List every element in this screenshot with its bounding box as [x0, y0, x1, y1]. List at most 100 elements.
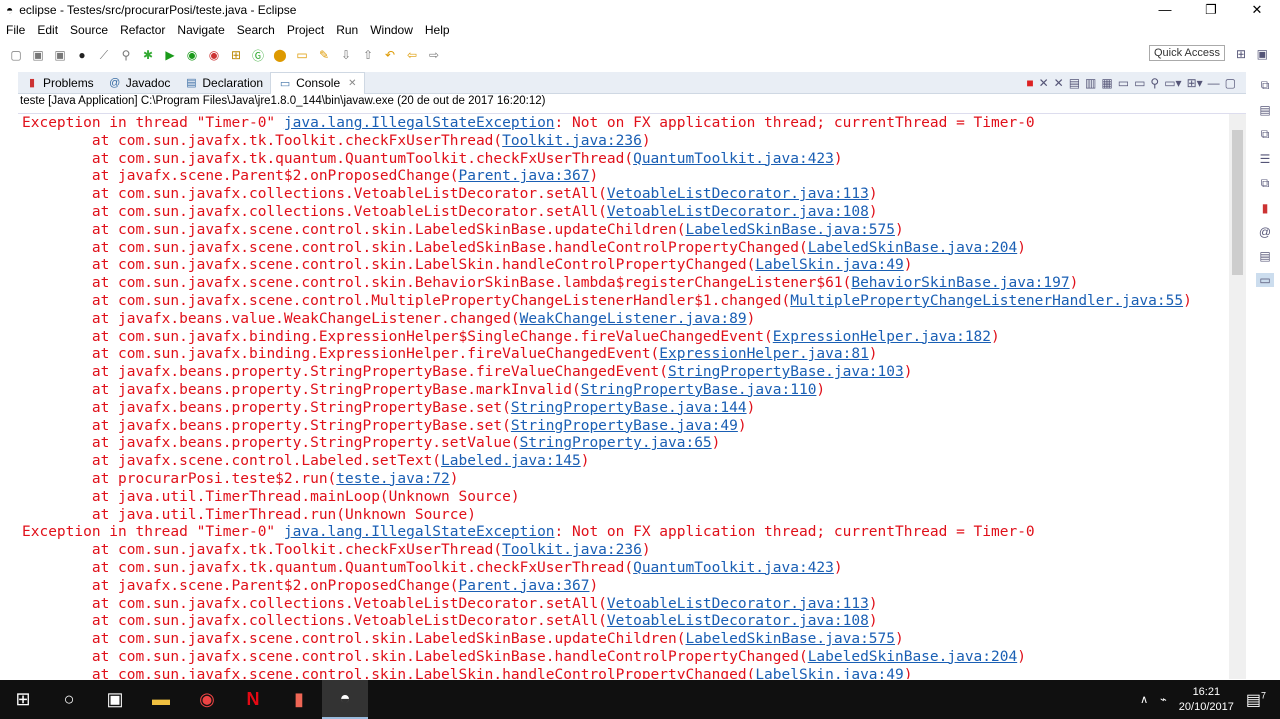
stack-trace-link[interactable]: StringPropertyBase.java:110: [581, 382, 817, 398]
clear-console-icon[interactable]: ▤: [1069, 76, 1080, 90]
terminate-icon[interactable]: ■: [1026, 76, 1033, 90]
java-perspective-icon[interactable]: ▣: [1257, 47, 1268, 61]
remove-launch-icon[interactable]: ✕: [1039, 76, 1049, 90]
search-icon[interactable]: ✎: [316, 47, 332, 63]
tab-javadoc[interactable]: @ Javadoc: [101, 72, 178, 94]
stack-trace-link[interactable]: ExpressionHelper.java:81: [659, 346, 869, 362]
new-class-icon[interactable]: Ⓖ: [250, 47, 266, 63]
close-tab-icon[interactable]: ✕: [348, 78, 356, 89]
file-explorer-icon[interactable]: ▬: [138, 680, 184, 719]
remove-all-icon[interactable]: ✕: [1054, 76, 1064, 90]
stack-trace-link[interactable]: QuantumToolkit.java:423: [633, 151, 834, 167]
open-type-icon[interactable]: ⬤: [272, 47, 288, 63]
stack-trace-link[interactable]: VetoableListDecorator.java:108: [607, 613, 869, 629]
chrome-icon[interactable]: ◉: [184, 680, 230, 719]
stack-trace-link[interactable]: VetoableListDecorator.java:113: [607, 186, 869, 202]
stack-trace-link[interactable]: Parent.java:367: [459, 168, 590, 184]
minimize-view-icon[interactable]: —: [1208, 76, 1220, 90]
problems-icon[interactable]: ▮: [1262, 201, 1269, 215]
close-button[interactable]: ✕: [1234, 0, 1280, 20]
stack-trace-link[interactable]: Toolkit.java:236: [502, 133, 642, 149]
stack-trace-link[interactable]: StringPropertyBase.java:49: [511, 418, 738, 434]
scrollbar-thumb[interactable]: [1232, 130, 1243, 275]
coverage-icon[interactable]: ◉: [184, 47, 200, 63]
tab-declaration[interactable]: ▤ Declaration: [177, 72, 270, 94]
quick-access-input[interactable]: Quick Access: [1148, 45, 1225, 61]
cortana-icon[interactable]: ○: [46, 680, 92, 719]
back-icon[interactable]: ⇦: [404, 47, 420, 63]
console-icon[interactable]: ▭: [1256, 273, 1274, 287]
debug-icon[interactable]: ✱: [140, 47, 156, 63]
stack-trace-link[interactable]: teste.java:72: [336, 471, 450, 487]
at-icon[interactable]: @: [1259, 225, 1271, 239]
stack-trace-link[interactable]: WeakChangeListener.java:89: [520, 311, 747, 327]
open-folder-icon[interactable]: ▭: [294, 47, 310, 63]
menu-source[interactable]: Source: [64, 21, 114, 40]
office-icon[interactable]: ▮: [276, 680, 322, 719]
task-view-icon[interactable]: ▣: [92, 680, 138, 719]
stack-trace-link[interactable]: StringPropertyBase.java:144: [511, 400, 747, 416]
stack-trace-link[interactable]: StringPropertyBase.java:103: [668, 364, 904, 380]
new-icon[interactable]: ▢: [8, 47, 24, 63]
restore-icon[interactable]: ⧉: [1261, 176, 1270, 191]
maximize-button[interactable]: ❐: [1188, 0, 1234, 20]
menu-project[interactable]: Project: [281, 21, 330, 40]
stack-trace-link[interactable]: LabelSkin.java:49: [755, 257, 903, 273]
eclipse-taskbar-icon[interactable]: ◓: [322, 680, 368, 719]
minimize-button[interactable]: —: [1142, 0, 1188, 20]
show-hidden-icons[interactable]: ∧: [1140, 693, 1148, 706]
netflix-icon[interactable]: N: [230, 680, 276, 719]
menu-help[interactable]: Help: [419, 21, 456, 40]
action-center-icon[interactable]: ▤7: [1246, 690, 1266, 710]
new-package-icon[interactable]: ⊞: [228, 47, 244, 63]
restore-icon[interactable]: ⧉: [1261, 127, 1270, 142]
menu-run[interactable]: Run: [330, 21, 364, 40]
external-tools-icon[interactable]: ◉: [206, 47, 222, 63]
profile-icon[interactable]: ●: [74, 47, 90, 63]
menu-search[interactable]: Search: [231, 21, 281, 40]
stack-trace-link[interactable]: LabelSkin.java:49: [755, 667, 903, 679]
maximize-view-icon[interactable]: ▢: [1225, 76, 1236, 90]
open-perspective-icon[interactable]: ⊞: [1236, 47, 1246, 61]
stack-trace-link[interactable]: LabeledSkinBase.java:204: [808, 240, 1018, 256]
stack-trace-link[interactable]: Labeled.java:145: [441, 453, 581, 469]
show-stderr-icon[interactable]: ▭: [1134, 76, 1145, 90]
menu-file[interactable]: File: [0, 21, 31, 40]
display-console-icon[interactable]: ▭▾: [1164, 76, 1181, 90]
stack-trace-link[interactable]: Parent.java:367: [459, 578, 590, 594]
open-console-icon[interactable]: ⊞▾: [1187, 76, 1203, 90]
stack-trace-link[interactable]: LabeledSkinBase.java:204: [808, 649, 1018, 665]
stack-trace-link[interactable]: QuantumToolkit.java:423: [633, 560, 834, 576]
network-icon[interactable]: ⌁: [1160, 693, 1167, 706]
stack-trace-link[interactable]: java.lang.IllegalStateException: [284, 115, 555, 131]
save-icon[interactable]: ▣: [30, 47, 46, 63]
show-stdout-icon[interactable]: ▭: [1118, 76, 1129, 90]
next-annotation-icon[interactable]: ⇩: [338, 47, 354, 63]
clock[interactable]: 16:21 20/10/2017: [1179, 685, 1234, 715]
stack-trace-link[interactable]: Toolkit.java:236: [502, 542, 642, 558]
menu-edit[interactable]: Edit: [31, 21, 64, 40]
console-output[interactable]: Exception in thread "Timer-0" java.lang.…: [18, 113, 1246, 679]
stack-trace-link[interactable]: VetoableListDecorator.java:108: [607, 204, 869, 220]
pin-icon[interactable]: ⚲: [118, 47, 134, 63]
stack-trace-link[interactable]: ExpressionHelper.java:182: [773, 329, 991, 345]
pin-console-icon[interactable]: ⚲: [1150, 76, 1159, 90]
scroll-lock-icon[interactable]: ▥: [1085, 76, 1096, 90]
run-icon[interactable]: ▶: [162, 47, 178, 63]
tab-problems[interactable]: ▮ Problems: [18, 72, 101, 94]
stack-trace-link[interactable]: LabeledSkinBase.java:575: [685, 631, 895, 647]
menu-navigate[interactable]: Navigate: [171, 21, 230, 40]
restore-icon[interactable]: ⧉: [1261, 78, 1270, 93]
tab-console[interactable]: ▭ Console ✕: [270, 71, 365, 94]
save-all-icon[interactable]: ▣: [52, 47, 68, 63]
stack-trace-link[interactable]: LabeledSkinBase.java:575: [685, 222, 895, 238]
menu-window[interactable]: Window: [364, 21, 419, 40]
stack-trace-link[interactable]: StringProperty.java:65: [520, 435, 712, 451]
menu-refactor[interactable]: Refactor: [114, 21, 171, 40]
declaration-icon[interactable]: ▤: [1259, 249, 1270, 263]
stack-trace-link[interactable]: MultiplePropertyChangeListenerHandler.ja…: [790, 293, 1183, 309]
stack-trace-link[interactable]: java.lang.IllegalStateException: [284, 524, 555, 540]
skip-breakpoints-icon[interactable]: ⟋: [96, 47, 112, 63]
vertical-scrollbar[interactable]: [1229, 114, 1246, 679]
prev-annotation-icon[interactable]: ⇧: [360, 47, 376, 63]
